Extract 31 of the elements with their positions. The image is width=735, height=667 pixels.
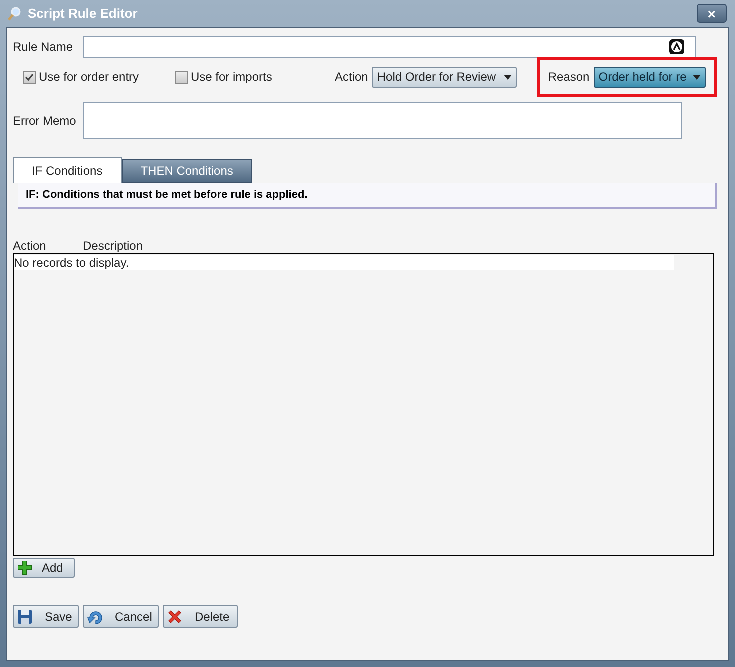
field-label: Rule Name <box>13 39 74 56</box>
column-header: Description <box>83 238 144 255</box>
caret-icon <box>693 74 702 80</box>
caret-icon <box>504 74 512 80</box>
checkbox[interactable] <box>175 70 188 84</box>
add-button[interactable]: Add <box>13 558 75 578</box>
dialog-button[interactable]: Cancel <box>83 605 159 628</box>
field-label: Error Memo <box>13 112 78 130</box>
tab[interactable]: IF Conditions <box>13 157 122 183</box>
delete-x-icon <box>167 608 183 624</box>
checkbox-label: Use for order entry <box>39 69 140 86</box>
field-label: Action <box>335 69 368 86</box>
tab[interactable]: THEN Conditions <box>122 159 252 183</box>
error-memo-field[interactable] <box>83 102 682 139</box>
column-header: Action <box>13 238 48 255</box>
checkbox[interactable] <box>23 70 36 84</box>
close-button[interactable]: × <box>697 4 727 23</box>
person-icon[interactable] <box>669 39 685 55</box>
action-dropdown[interactable]: Hold Order for Review <box>372 66 518 88</box>
dialog-button[interactable]: Save <box>13 605 79 628</box>
empty-message: No records to display. <box>14 254 130 272</box>
field-label: Reason <box>548 69 590 86</box>
undo-arrow-icon <box>87 608 103 624</box>
reason-dropdown[interactable]: Order held for re <box>594 66 706 88</box>
rule-name-field[interactable] <box>83 36 696 58</box>
magnifier-icon <box>8 6 22 20</box>
window-title: Script Rule Editor <box>28 4 138 23</box>
checkbox-label: Use for imports <box>191 69 272 86</box>
info-text: IF: Conditions that must be met before rule is applied. <box>26 188 308 203</box>
dialog-button[interactable]: Delete <box>163 605 238 628</box>
plus-icon <box>18 561 32 575</box>
